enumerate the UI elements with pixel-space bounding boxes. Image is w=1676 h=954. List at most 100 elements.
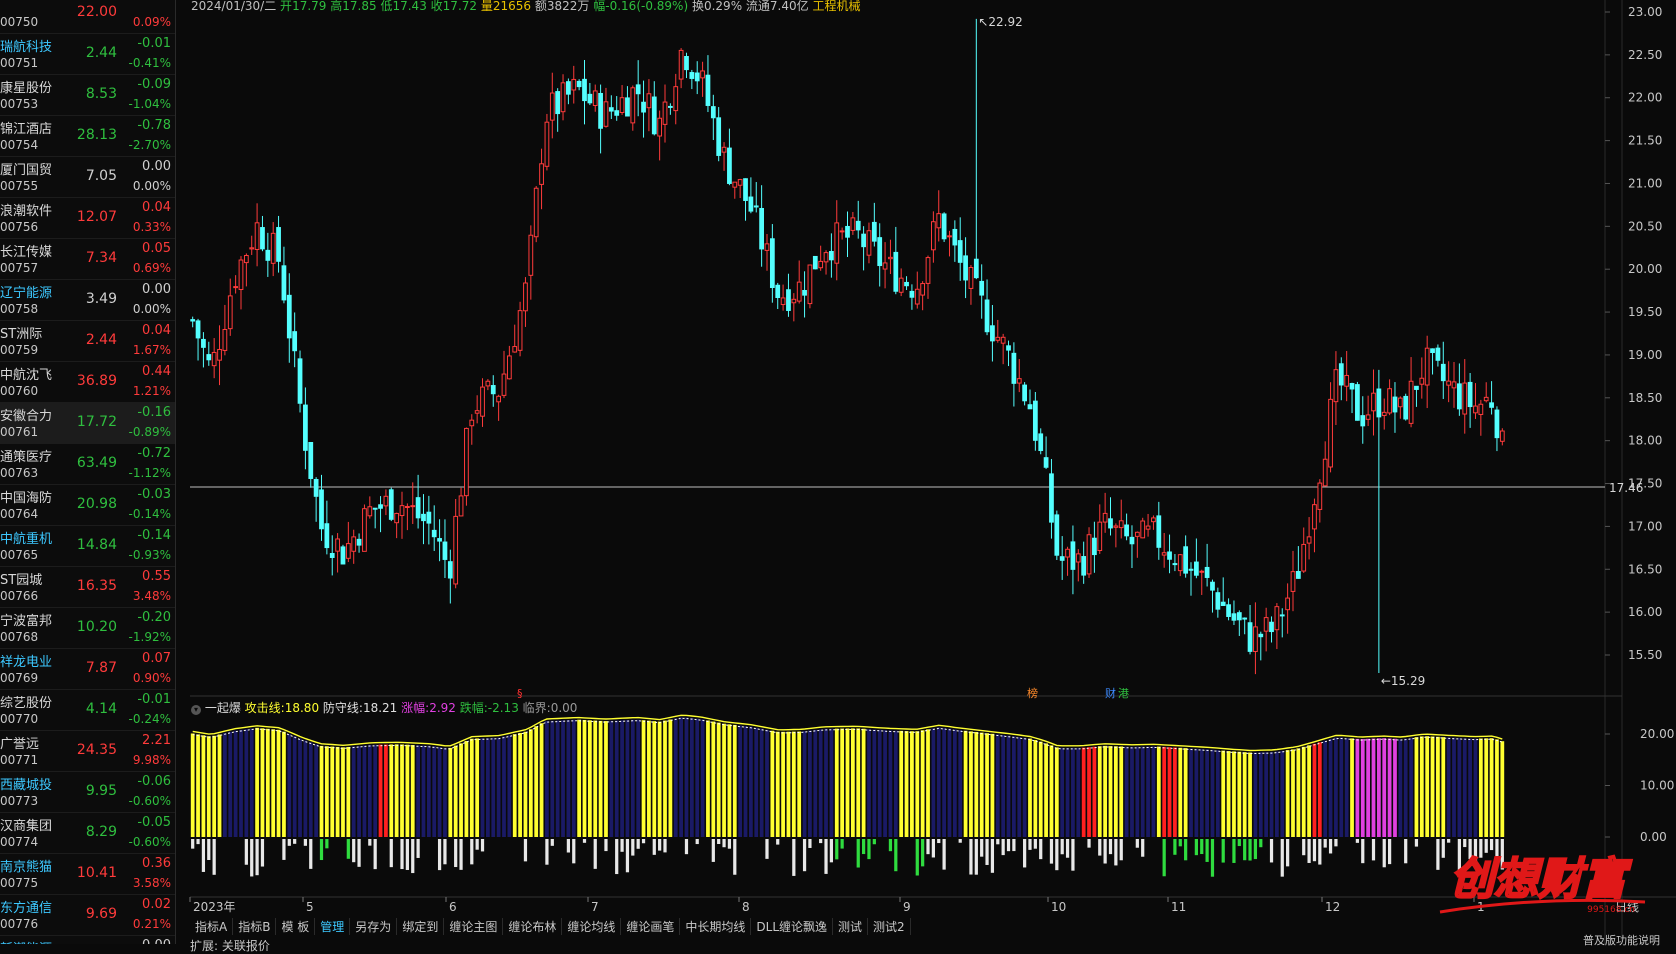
candle[interactable] bbox=[984, 299, 990, 333]
candle[interactable] bbox=[233, 286, 239, 289]
candle[interactable] bbox=[619, 97, 625, 114]
candle[interactable] bbox=[823, 252, 829, 263]
candle[interactable] bbox=[227, 295, 233, 330]
tab-9[interactable]: 缠论画笔 bbox=[621, 918, 681, 935]
candle[interactable] bbox=[1049, 473, 1054, 523]
candle[interactable] bbox=[743, 178, 748, 201]
candle[interactable] bbox=[1408, 380, 1414, 424]
candle[interactable] bbox=[957, 240, 963, 263]
candle[interactable] bbox=[351, 536, 357, 552]
candle[interactable] bbox=[378, 504, 383, 509]
candle[interactable] bbox=[855, 220, 861, 231]
candle[interactable] bbox=[1210, 581, 1215, 591]
candle[interactable] bbox=[1156, 515, 1162, 548]
candle[interactable] bbox=[1328, 398, 1333, 468]
candle[interactable] bbox=[1467, 381, 1473, 408]
candle[interactable] bbox=[625, 97, 630, 117]
candle[interactable] bbox=[1011, 352, 1017, 384]
candle[interactable] bbox=[753, 205, 759, 208]
tab-extend[interactable]: 扩展 bbox=[190, 939, 214, 953]
candle[interactable] bbox=[1124, 524, 1129, 537]
candle[interactable] bbox=[1322, 458, 1328, 487]
candle[interactable] bbox=[437, 538, 442, 542]
candle[interactable] bbox=[286, 294, 292, 339]
candle[interactable] bbox=[544, 121, 550, 167]
candle[interactable] bbox=[313, 478, 319, 497]
candle[interactable] bbox=[319, 489, 324, 530]
candle[interactable] bbox=[1371, 392, 1376, 412]
candle[interactable] bbox=[641, 101, 646, 113]
candle[interactable] bbox=[539, 163, 544, 185]
tab-10[interactable]: 中长期均线 bbox=[680, 918, 752, 935]
candle[interactable] bbox=[270, 232, 276, 264]
candle[interactable] bbox=[1226, 604, 1231, 617]
info-sector[interactable]: 工程机械 bbox=[812, 0, 860, 13]
candle[interactable] bbox=[1183, 546, 1189, 574]
candle[interactable] bbox=[592, 90, 598, 106]
candle[interactable] bbox=[211, 351, 217, 367]
candle[interactable] bbox=[464, 427, 469, 497]
candle[interactable] bbox=[362, 508, 367, 552]
candle[interactable] bbox=[930, 221, 936, 251]
candle[interactable] bbox=[914, 288, 920, 305]
candle[interactable] bbox=[281, 265, 287, 301]
candle[interactable] bbox=[576, 80, 582, 88]
candle[interactable] bbox=[990, 325, 995, 342]
candle[interactable] bbox=[871, 221, 877, 242]
tab-12[interactable]: 测试 bbox=[833, 918, 869, 935]
candle[interactable] bbox=[904, 281, 909, 287]
candle[interactable] bbox=[952, 228, 958, 246]
indicator-name[interactable]: 一起爆 bbox=[205, 701, 241, 715]
candle[interactable] bbox=[308, 441, 314, 479]
candle[interactable] bbox=[1038, 433, 1044, 452]
candle[interactable] bbox=[888, 256, 893, 260]
candle[interactable] bbox=[383, 495, 389, 507]
tab-11[interactable]: DLL缠论飘逸 bbox=[751, 918, 834, 935]
candle[interactable] bbox=[501, 373, 507, 396]
candle[interactable] bbox=[485, 380, 491, 387]
candle[interactable] bbox=[190, 319, 196, 322]
candle[interactable] bbox=[1269, 621, 1274, 633]
candle[interactable] bbox=[737, 179, 743, 186]
candle[interactable] bbox=[474, 410, 480, 414]
candle[interactable] bbox=[249, 247, 255, 250]
candle[interactable] bbox=[324, 523, 330, 549]
candle[interactable] bbox=[1006, 345, 1011, 351]
candle[interactable] bbox=[694, 72, 700, 82]
candle[interactable] bbox=[979, 280, 985, 296]
candle[interactable] bbox=[447, 561, 453, 579]
candle[interactable] bbox=[721, 146, 727, 153]
candle[interactable] bbox=[517, 310, 523, 351]
candle[interactable] bbox=[796, 281, 802, 302]
candle[interactable] bbox=[1440, 363, 1446, 382]
candle[interactable] bbox=[1118, 520, 1124, 529]
candle[interactable] bbox=[678, 49, 684, 80]
candle[interactable] bbox=[533, 187, 539, 238]
candle[interactable] bbox=[1220, 601, 1226, 607]
candle[interactable] bbox=[260, 227, 265, 250]
candle[interactable] bbox=[1446, 380, 1452, 386]
candle[interactable] bbox=[1376, 388, 1382, 418]
candle[interactable] bbox=[265, 249, 271, 261]
candle[interactable] bbox=[1193, 561, 1199, 576]
candle[interactable] bbox=[818, 260, 824, 269]
tab-5[interactable]: 绑定到 bbox=[397, 918, 445, 935]
candle[interactable] bbox=[1022, 384, 1028, 402]
candle[interactable] bbox=[303, 404, 308, 451]
candle[interactable] bbox=[1059, 556, 1065, 561]
candle[interactable] bbox=[1092, 537, 1097, 556]
candle[interactable] bbox=[1231, 613, 1237, 621]
candle[interactable] bbox=[1204, 566, 1210, 578]
candle[interactable] bbox=[882, 262, 888, 270]
candle[interactable] bbox=[201, 338, 206, 348]
candle[interactable] bbox=[727, 147, 732, 184]
candle[interactable] bbox=[1075, 553, 1081, 563]
candle[interactable] bbox=[431, 529, 437, 538]
candle[interactable] bbox=[206, 354, 212, 361]
candle[interactable] bbox=[388, 489, 394, 520]
candle[interactable] bbox=[1070, 541, 1076, 570]
candle[interactable] bbox=[1483, 396, 1489, 402]
candle[interactable] bbox=[1290, 571, 1296, 592]
candle[interactable] bbox=[453, 515, 459, 585]
candle[interactable] bbox=[1295, 570, 1301, 579]
